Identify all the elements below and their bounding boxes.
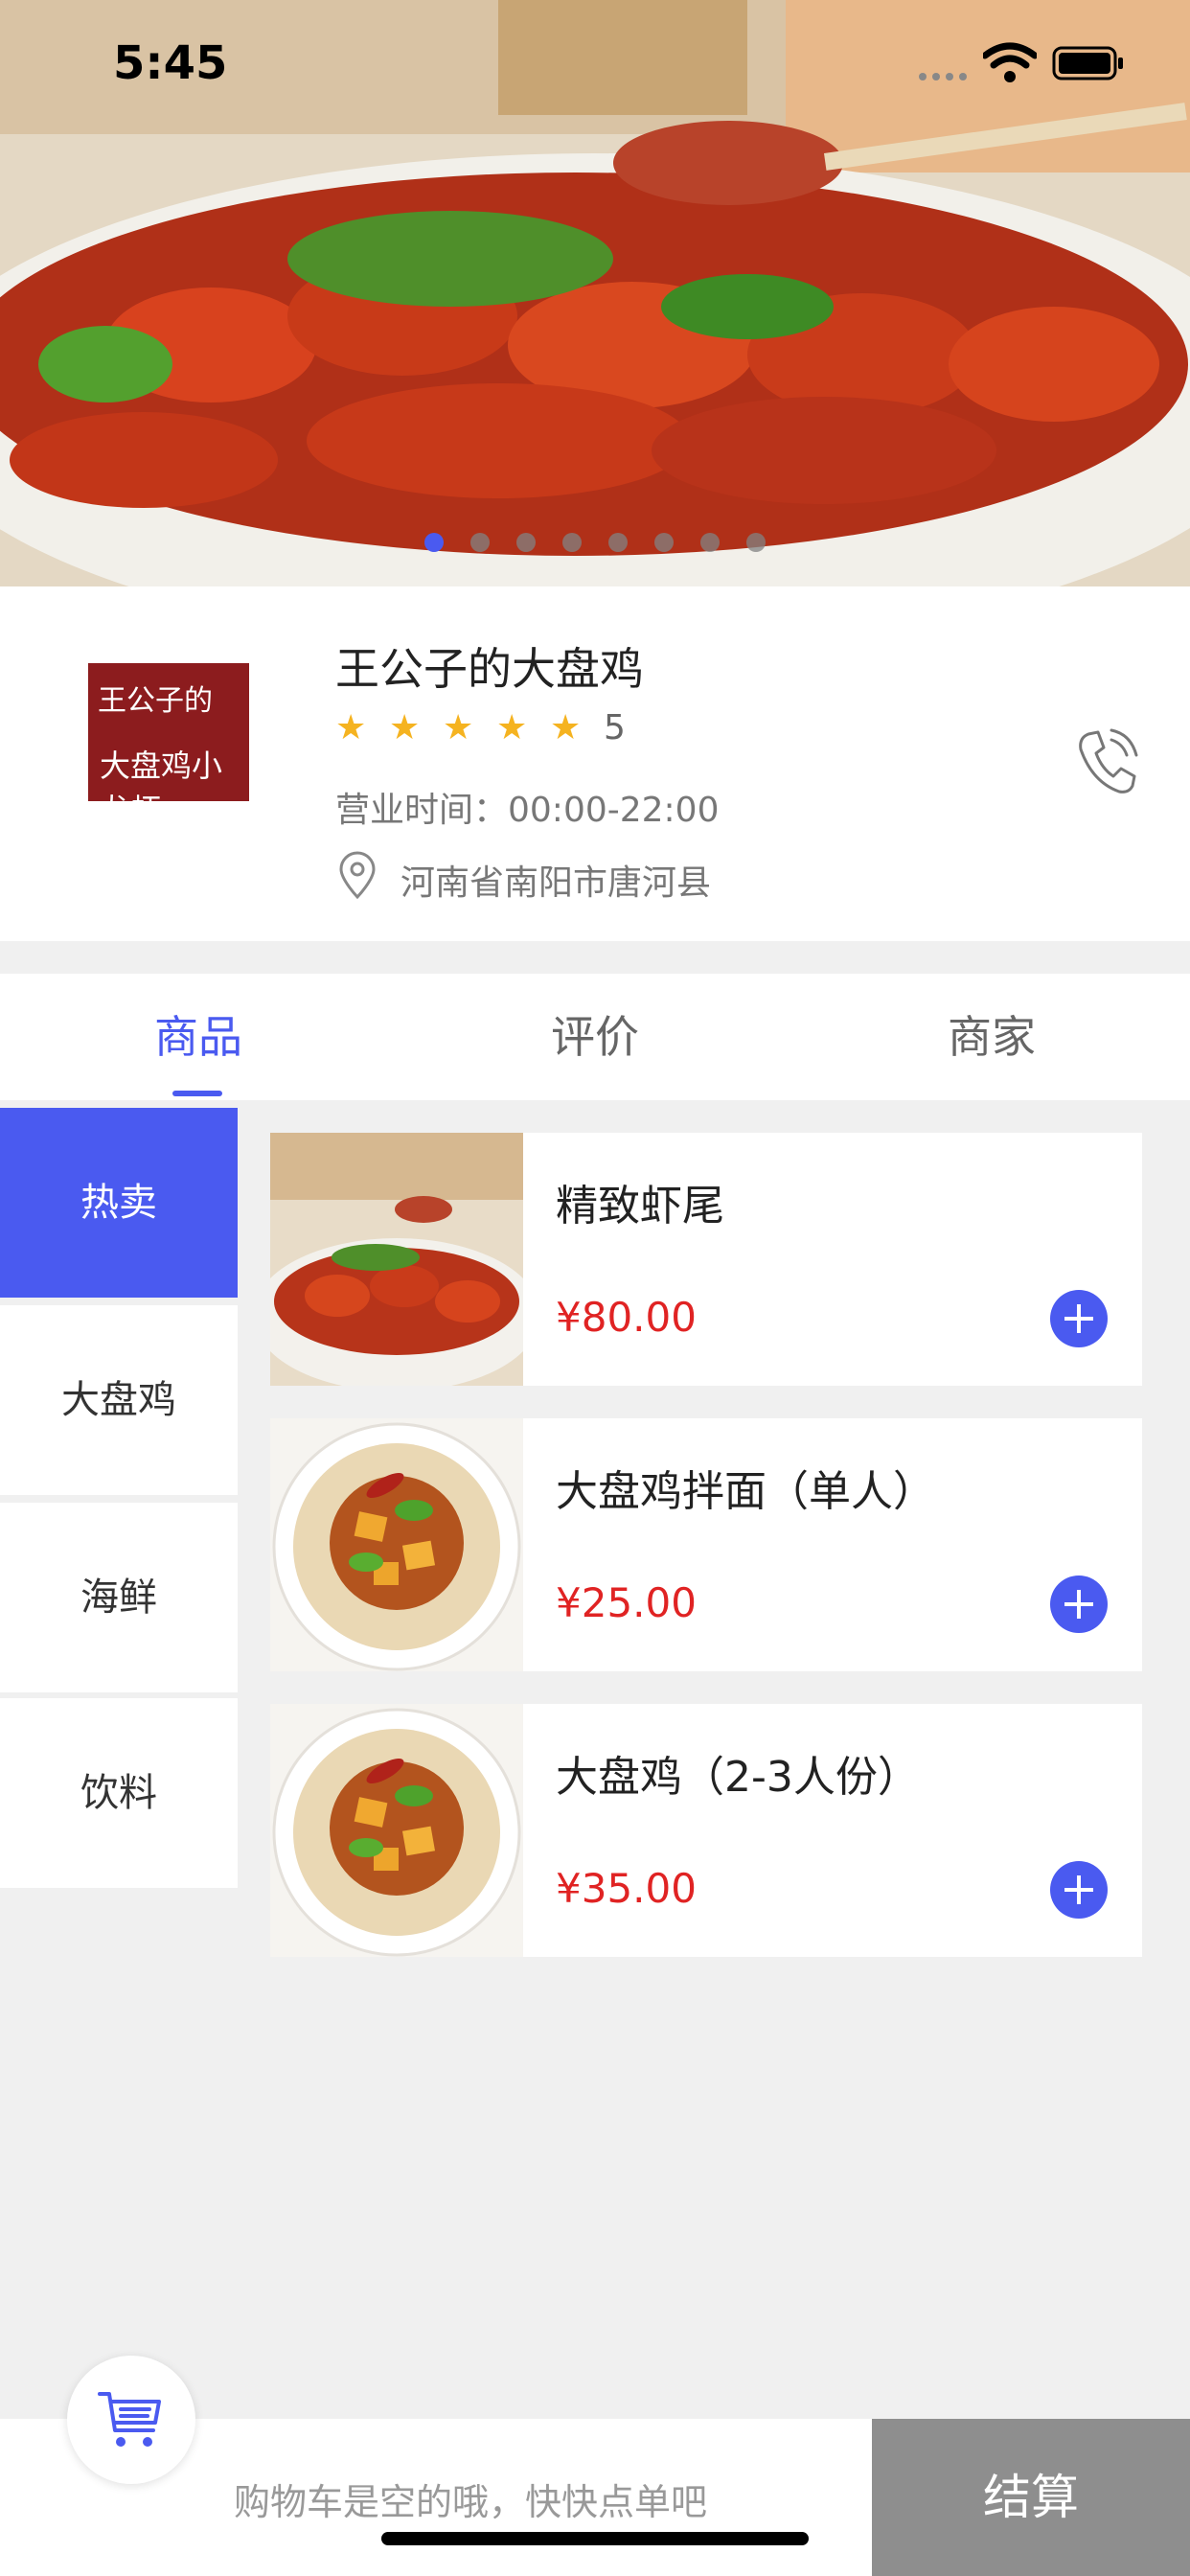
product-name: 大盘鸡拌面（单人） xyxy=(556,1467,935,1516)
star-icon: ★ xyxy=(443,708,474,748)
checkout-button[interactable]: 结算 xyxy=(872,2419,1190,2576)
product-price: ¥25.00 xyxy=(556,1579,697,1626)
cart-empty-message: 购物车是空的哦，快快点单吧 xyxy=(234,2481,708,2523)
carousel-dot[interactable] xyxy=(562,533,582,552)
business-hours: 营业时间：00:00-22:00 xyxy=(335,791,720,830)
product-card[interactable]: 大盘鸡（2-3人份） ¥35.00 xyxy=(270,1704,1142,1957)
tab-merchant[interactable]: 商家 xyxy=(793,974,1190,1100)
product-price: ¥80.00 xyxy=(556,1294,697,1341)
product-name: 精致虾尾 xyxy=(556,1182,724,1230)
battery-icon xyxy=(1052,46,1123,80)
carousel-dot[interactable] xyxy=(746,533,766,552)
category-seafood[interactable]: 海鲜 xyxy=(0,1503,238,1692)
add-to-cart-button[interactable] xyxy=(1050,1576,1108,1633)
status-time: 5:45 xyxy=(113,36,228,90)
product-image xyxy=(270,1418,523,1671)
location-pin-icon xyxy=(339,851,376,900)
product-name: 大盘鸡（2-3人份） xyxy=(556,1753,920,1802)
phone-icon[interactable] xyxy=(1075,726,1138,797)
star-icon: ★ xyxy=(550,708,582,748)
carousel-dot[interactable] xyxy=(700,533,720,552)
carousel-dot[interactable] xyxy=(470,533,490,552)
carousel-dot[interactable] xyxy=(516,533,536,552)
star-icon: ★ xyxy=(496,708,528,748)
category-drinks[interactable]: 饮料 xyxy=(0,1698,238,1888)
shop-logo: 王公子的 大盘鸡小龙虾 xyxy=(88,663,249,828)
banner-carousel[interactable]: 5:45 xyxy=(0,0,1190,586)
wifi-icon xyxy=(983,42,1037,82)
shop-address: 河南省南阳市唐河县 xyxy=(400,863,712,903)
home-indicator xyxy=(381,2532,809,2545)
product-image xyxy=(270,1704,523,1957)
star-icon: ★ xyxy=(389,708,421,748)
tab-reviews[interactable]: 评价 xyxy=(397,974,793,1100)
shop-info-card: 王公子的 大盘鸡小龙虾 王公子的大盘鸡 ★ ★ ★ ★ ★ 5 营业时间：00:00-2… xyxy=(0,586,1190,941)
star-icon: ★ xyxy=(335,708,367,748)
carousel-dot[interactable] xyxy=(654,533,674,552)
product-price: ¥35.00 xyxy=(556,1865,697,1912)
cart-button[interactable] xyxy=(67,2356,195,2484)
category-dapanji[interactable]: 大盘鸡 xyxy=(0,1305,238,1495)
tab-bar: 商品 评价 商家 xyxy=(0,974,1190,1100)
carousel-dots xyxy=(0,533,1190,554)
cart-icon xyxy=(98,2392,161,2447)
status-bar: 5:45 xyxy=(0,0,1190,126)
category-hot[interactable]: 热卖 xyxy=(0,1108,238,1298)
cellular-signal-icon xyxy=(919,73,967,80)
rating-value: 5 xyxy=(604,708,626,748)
carousel-dot[interactable] xyxy=(424,533,444,552)
product-image xyxy=(270,1133,523,1386)
product-card[interactable]: 大盘鸡拌面（单人） ¥25.00 xyxy=(270,1418,1142,1671)
add-to-cart-button[interactable] xyxy=(1050,1861,1108,1919)
carousel-dot[interactable] xyxy=(608,533,628,552)
tab-underline xyxy=(172,1091,222,1096)
add-to-cart-button[interactable] xyxy=(1050,1290,1108,1347)
shop-name: 王公子的大盘鸡 xyxy=(335,643,644,695)
tab-products[interactable]: 商品 xyxy=(0,974,397,1100)
product-card[interactable]: 精致虾尾 ¥80.00 xyxy=(270,1133,1142,1386)
